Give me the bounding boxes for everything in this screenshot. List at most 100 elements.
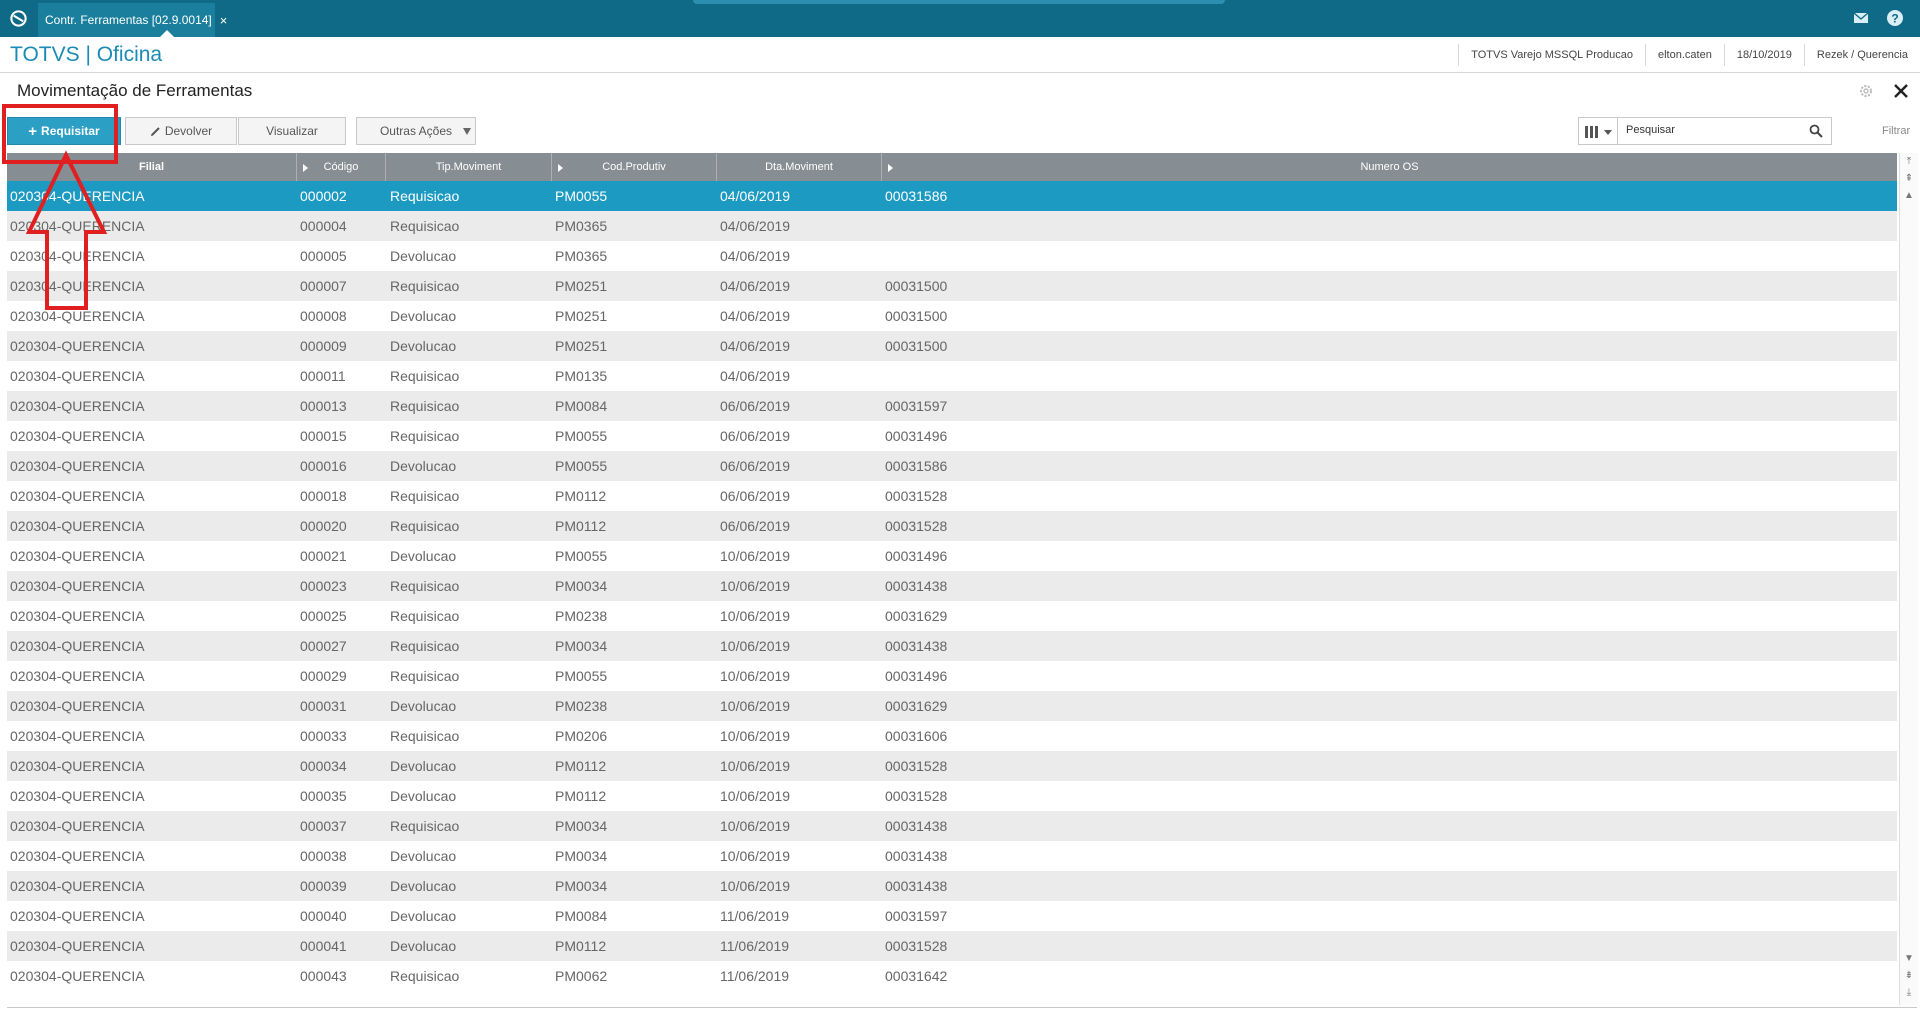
cell-cod-produtiv: PM0112 bbox=[555, 488, 607, 504]
cell-cod-produtiv: PM0135 bbox=[555, 368, 608, 384]
scroll-up-icon[interactable]: ▲ bbox=[1903, 190, 1915, 202]
col-header-tip-moviment[interactable]: Tip.Moviment bbox=[386, 153, 552, 181]
cell-numero-os: 00031438 bbox=[885, 848, 948, 864]
table-row[interactable]: 020304-QUERENCIA 000016 Devolucao PM0055 06/… bbox=[7, 451, 1897, 481]
cell-dta-moviment: 06/06/2019 bbox=[720, 488, 791, 504]
cell-dta-moviment: 10/06/2019 bbox=[720, 698, 791, 714]
cell-numero-os: 00031642 bbox=[885, 968, 948, 984]
cell-cod-produtiv: PM0112 bbox=[555, 788, 607, 804]
table-row[interactable]: 020304-QUERENCIA 000034 Devolucao PM0112 10/… bbox=[7, 751, 1897, 781]
table-row[interactable]: 020304-QUERENCIA 000005 Devolucao PM0365 04/… bbox=[7, 241, 1897, 271]
col-header-codigo[interactable]: Código bbox=[297, 153, 386, 181]
cell-tip-moviment: Requisicao bbox=[390, 818, 460, 834]
cell-filial: 020304-QUERENCIA bbox=[10, 698, 145, 714]
cell-cod-produtiv: PM0034 bbox=[555, 818, 608, 834]
cell-cod-produtiv: PM0055 bbox=[555, 458, 608, 474]
cell-dta-moviment: 10/06/2019 bbox=[720, 878, 791, 894]
table-row[interactable]: 020304-QUERENCIA 000041 Devolucao PM0112 11/… bbox=[7, 931, 1897, 961]
cell-dta-moviment: 04/06/2019 bbox=[720, 278, 791, 294]
cell-codigo: 000041 bbox=[300, 938, 347, 954]
col-header-numero-os[interactable]: Numero OS bbox=[882, 153, 1897, 181]
table-row[interactable]: 020304-QUERENCIA 000043 Requisicao PM0062 11… bbox=[7, 961, 1897, 991]
cell-dta-moviment: 10/06/2019 bbox=[720, 548, 791, 564]
cell-cod-produtiv: PM0034 bbox=[555, 848, 608, 864]
visualizar-button[interactable]: Visualizar bbox=[238, 117, 346, 145]
cell-codigo: 000007 bbox=[300, 278, 347, 294]
table-row[interactable]: 020304-QUERENCIA 000013 Requisicao PM0084 06… bbox=[7, 391, 1897, 421]
cell-cod-produtiv: PM0251 bbox=[555, 338, 608, 354]
table-row[interactable]: 020304-QUERENCIA 000004 Requisicao PM0365 04… bbox=[7, 211, 1897, 241]
scroll-down-icon[interactable]: ▼ bbox=[1903, 953, 1915, 965]
vertical-scrollbar[interactable]: ⤒ ⇞ ▲ ▼ ⇟ ⤓ bbox=[1899, 153, 1918, 1005]
table-row[interactable]: 020304-QUERENCIA 000008 Devolucao PM0251 04/… bbox=[7, 301, 1897, 331]
table-row[interactable]: 020304-QUERENCIA 000011 Requisicao PM0135 04… bbox=[7, 361, 1897, 391]
scroll-page-up-icon[interactable]: ⇞ bbox=[1903, 173, 1915, 185]
table-row[interactable]: 020304-QUERENCIA 000031 Devolucao PM0238 10/… bbox=[7, 691, 1897, 721]
outras-acoes-button[interactable]: Outras Ações bbox=[356, 117, 476, 145]
table-row[interactable]: 020304-QUERENCIA 000002 Requisicao PM0055 04… bbox=[7, 181, 1897, 211]
expand-arrow-icon bbox=[303, 164, 308, 172]
scroll-top-icon[interactable]: ⤒ bbox=[1903, 156, 1915, 168]
gear-icon[interactable] bbox=[1858, 83, 1874, 99]
devolver-button[interactable]: Devolver bbox=[125, 117, 237, 145]
cell-cod-produtiv: PM0034 bbox=[555, 638, 608, 654]
table-row[interactable]: 020304-QUERENCIA 000020 Requisicao PM0112 06… bbox=[7, 511, 1897, 541]
filtrar-link[interactable]: Filtrar bbox=[1882, 125, 1910, 137]
cell-numero-os: 00031438 bbox=[885, 638, 948, 654]
grid-body: 020304-QUERENCIA 000002 Requisicao PM0055 04… bbox=[7, 181, 1897, 991]
cell-tip-moviment: Requisicao bbox=[390, 638, 460, 654]
scroll-page-down-icon[interactable]: ⇟ bbox=[1903, 970, 1915, 982]
table-row[interactable]: 020304-QUERENCIA 000015 Requisicao PM0055 06… bbox=[7, 421, 1897, 451]
table-row[interactable]: 020304-QUERENCIA 000018 Requisicao PM0112 06… bbox=[7, 481, 1897, 511]
tab-close-icon[interactable]: × bbox=[220, 13, 228, 28]
visualizar-label: Visualizar bbox=[266, 124, 318, 138]
cell-codigo: 000023 bbox=[300, 578, 347, 594]
cell-tip-moviment: Devolucao bbox=[390, 938, 457, 954]
user-label: elton.caten bbox=[1645, 43, 1724, 66]
cell-codigo: 000005 bbox=[300, 248, 347, 264]
table-row[interactable]: 020304-QUERENCIA 000029 Requisicao PM0055 10… bbox=[7, 661, 1897, 691]
cell-tip-moviment: Devolucao bbox=[390, 308, 457, 324]
help-icon[interactable]: ? bbox=[1886, 9, 1904, 27]
cell-tip-moviment: Devolucao bbox=[390, 548, 457, 564]
table-row[interactable]: 020304-QUERENCIA 000038 Devolucao PM0034 10/… bbox=[7, 841, 1897, 871]
table-row[interactable]: 020304-QUERENCIA 000033 Requisicao PM0206 10… bbox=[7, 721, 1897, 751]
cell-dta-moviment: 06/06/2019 bbox=[720, 428, 791, 444]
top-bar: Contr. Ferramentas [02.9.0014] × ? bbox=[0, 0, 1920, 37]
cell-numero-os: 00031438 bbox=[885, 578, 948, 594]
table-row[interactable]: 020304-QUERENCIA 000039 Devolucao PM0034 10/… bbox=[7, 871, 1897, 901]
table-row[interactable]: 020304-QUERENCIA 000040 Devolucao PM0084 11/… bbox=[7, 901, 1897, 931]
scroll-bottom-icon[interactable]: ⤓ bbox=[1903, 987, 1915, 999]
close-icon[interactable] bbox=[1892, 82, 1910, 100]
cell-numero-os: 00031606 bbox=[885, 728, 948, 744]
cell-cod-produtiv: PM0365 bbox=[555, 218, 608, 234]
mail-icon[interactable] bbox=[1853, 11, 1869, 25]
search-icon[interactable] bbox=[1809, 124, 1823, 138]
table-row[interactable]: 020304-QUERENCIA 000007 Requisicao PM0251 04… bbox=[7, 271, 1897, 301]
cell-cod-produtiv: PM0112 bbox=[555, 938, 607, 954]
branch-label: Rezek / Querencia bbox=[1803, 43, 1920, 66]
search-input[interactable] bbox=[1624, 123, 1798, 137]
cell-cod-produtiv: PM0238 bbox=[555, 608, 608, 624]
table-row[interactable]: 020304-QUERENCIA 000035 Devolucao PM0112 10/… bbox=[7, 781, 1897, 811]
cell-codigo: 000040 bbox=[300, 908, 347, 924]
column-selector[interactable] bbox=[1578, 117, 1618, 145]
table-row[interactable]: 020304-QUERENCIA 000025 Requisicao PM0238 10… bbox=[7, 601, 1897, 631]
table-row[interactable]: 020304-QUERENCIA 000023 Requisicao PM0034 10… bbox=[7, 571, 1897, 601]
cell-cod-produtiv: PM0251 bbox=[555, 278, 608, 294]
col-header-dta-moviment[interactable]: Dta.Moviment bbox=[717, 153, 882, 181]
cell-numero-os: 00031597 bbox=[885, 908, 948, 924]
cell-cod-produtiv: PM0251 bbox=[555, 308, 608, 324]
table-row[interactable]: 020304-QUERENCIA 000009 Devolucao PM0251 04/… bbox=[7, 331, 1897, 361]
cell-filial: 020304-QUERENCIA bbox=[10, 518, 145, 534]
cell-tip-moviment: Requisicao bbox=[390, 578, 460, 594]
table-row[interactable]: 020304-QUERENCIA 000027 Requisicao PM0034 10… bbox=[7, 631, 1897, 661]
table-row[interactable]: 020304-QUERENCIA 000037 Requisicao PM0034 10… bbox=[7, 811, 1897, 841]
cell-tip-moviment: Requisicao bbox=[390, 278, 460, 294]
table-row[interactable]: 020304-QUERENCIA 000021 Devolucao PM0055 10/… bbox=[7, 541, 1897, 571]
bottom-border bbox=[7, 1007, 1917, 1008]
cell-tip-moviment: Requisicao bbox=[390, 728, 460, 744]
cell-cod-produtiv: PM0084 bbox=[555, 398, 608, 414]
cell-tip-moviment: Devolucao bbox=[390, 698, 457, 714]
col-header-cod-produtiv[interactable]: Cod.Produtiv bbox=[552, 153, 717, 181]
